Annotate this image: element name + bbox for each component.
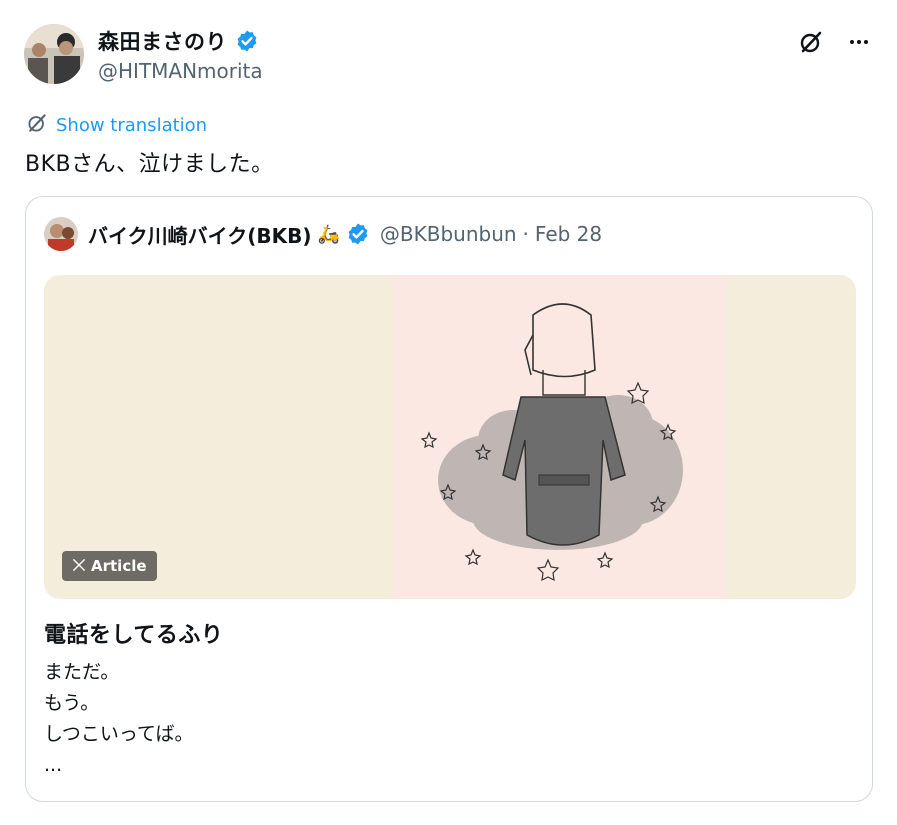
tweet-text: BKBさん、泣けました。 [25,152,274,177]
quoted-author-handle[interactable]: @BKBbunbun [380,222,517,246]
verified-badge-icon [346,222,370,246]
quoted-author-name[interactable]: バイク川崎バイク(BKB) [88,220,311,249]
x-logo-icon [72,557,86,576]
author-display-name[interactable]: 森田まさのり [98,26,227,56]
verified-badge-icon [235,29,259,53]
woman-on-phone-illustration [420,303,683,582]
quoted-tweet-date[interactable]: Feb 28 [535,222,602,246]
article-line: しつこいってば。 [44,723,194,745]
article-badge: Article [62,551,157,581]
quoted-tweet-card[interactable]: バイク川崎バイク(BKB) 🛵 @BKBbunbun · Feb 28 Arti… [25,196,873,802]
article-line: ... [44,754,63,776]
article-line: まただ。 [44,661,120,683]
grok-translate-icon [26,112,48,138]
illustration-panel [393,275,726,599]
article-title[interactable]: 電話をしてるふり [44,617,223,649]
scooter-emoji: 🛵 [317,223,340,245]
more-horizontal-icon[interactable] [845,28,873,56]
author-handle[interactable]: @HITMANmorita [98,59,263,83]
article-badge-label: Article [91,557,147,575]
quoted-author-avatar[interactable] [44,217,78,251]
show-translation-label: Show translation [56,114,208,136]
author-avatar[interactable] [24,24,84,84]
grok-icon[interactable] [797,28,825,56]
article-line: もう。 [44,692,100,714]
article-preview: まただ。 もう。 しつこいってば。 ... [44,657,194,781]
show-translation-link[interactable]: Show translation [26,112,207,138]
article-cover-image[interactable]: Article [44,275,856,599]
author-name-row: 森田まさのり [98,26,259,56]
header-actions [797,28,873,56]
tweet: 森田まさのり @HITMANmorita Show translation BK… [0,0,897,825]
dot-separator: · [522,222,529,246]
quoted-tweet-header: バイク川崎バイク(BKB) 🛵 @BKBbunbun · Feb 28 [44,217,602,251]
